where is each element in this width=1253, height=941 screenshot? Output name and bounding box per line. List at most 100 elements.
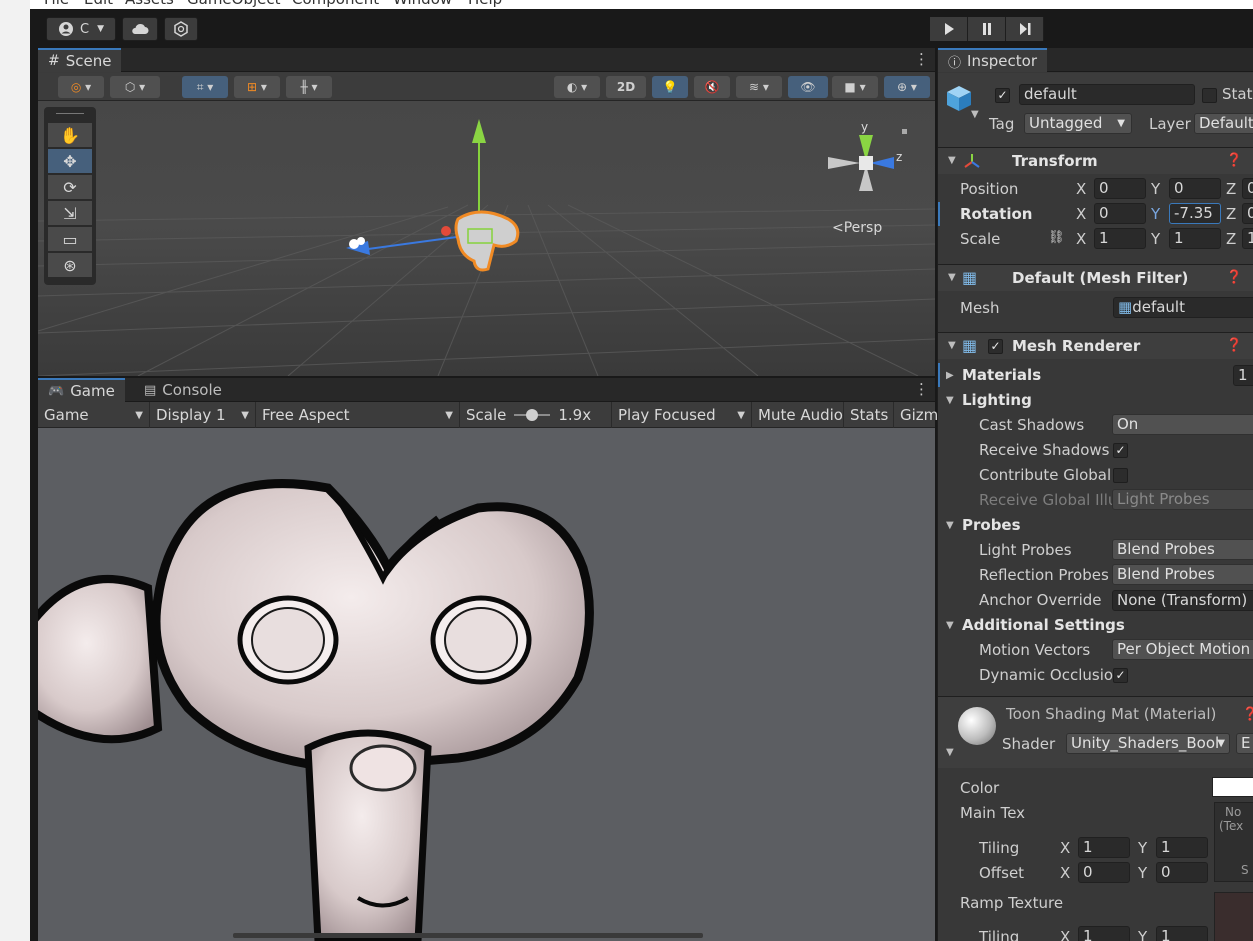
- color-swatch[interactable]: [1212, 777, 1253, 797]
- audio-toggle[interactable]: 🔇: [694, 76, 730, 98]
- account-dropdown[interactable]: C ▼: [46, 17, 116, 41]
- tiling-x-field[interactable]: 1: [1078, 837, 1130, 858]
- scale-slider[interactable]: [514, 409, 551, 421]
- mute-audio-toggle[interactable]: Mute Audio: [752, 402, 844, 428]
- game-view-dropdown[interactable]: Game ▼: [38, 402, 150, 428]
- rotation-x-field[interactable]: 0: [1094, 203, 1146, 224]
- materials-count-field[interactable]: 1: [1233, 365, 1253, 386]
- receive-shadows-checkbox[interactable]: ✓: [1113, 443, 1128, 458]
- main-tex-slot[interactable]: No (Tex S: [1214, 802, 1253, 882]
- game-menu-icon[interactable]: ⋮: [914, 380, 929, 398]
- help-icon[interactable]: ❓: [1226, 338, 1242, 353]
- rotation-z-label[interactable]: Z: [1226, 205, 1236, 223]
- dynamic-occlusion-checkbox[interactable]: ✓: [1113, 668, 1128, 683]
- mesh-field[interactable]: ▦default: [1113, 297, 1253, 318]
- scale-slider-thumb[interactable]: [526, 409, 539, 421]
- help-icon[interactable]: ❓: [1226, 270, 1242, 285]
- chevron-down-icon[interactable]: ▼: [946, 520, 954, 531]
- material-header[interactable]: ▼ Toon Shading Mat (Material) ❓ Shader U…: [938, 696, 1253, 768]
- transform-header[interactable]: ▼ Transform ❓: [938, 147, 1253, 174]
- scale-x-field[interactable]: 1: [1094, 228, 1146, 249]
- tab-scene[interactable]: # Scene: [38, 48, 122, 72]
- cloud-button[interactable]: [122, 17, 158, 41]
- ramp-tiling-y-field[interactable]: 1: [1156, 926, 1208, 941]
- scale-y-field[interactable]: 1: [1169, 228, 1221, 249]
- collab-button[interactable]: [164, 17, 198, 41]
- active-checkbox[interactable]: ✓: [995, 88, 1010, 103]
- menu-assets[interactable]: Assets: [125, 0, 174, 8]
- materials-label[interactable]: Materials: [962, 366, 1041, 384]
- camera-dropdown[interactable]: ■ ▾: [832, 76, 878, 98]
- move-tool-button[interactable]: ✥: [48, 149, 92, 173]
- menu-component[interactable]: Component: [292, 0, 379, 8]
- tiling-y-field[interactable]: 1: [1156, 837, 1208, 858]
- ramp-tiling-x-label[interactable]: X: [1060, 928, 1070, 941]
- tag-dropdown[interactable]: Untagged ▼: [1024, 113, 1132, 134]
- probes-label[interactable]: Probes: [962, 516, 1021, 534]
- palette-drag-handle[interactable]: [56, 113, 84, 121]
- play-mode-dropdown[interactable]: Play Focused ▼: [612, 402, 752, 428]
- position-y-field[interactable]: 0: [1169, 178, 1221, 199]
- pause-button[interactable]: [968, 17, 1006, 41]
- scale-x-label[interactable]: X: [1076, 230, 1086, 248]
- anchor-override-field[interactable]: None (Transform): [1112, 590, 1253, 611]
- reflection-probes-dropdown[interactable]: Blend Probes: [1112, 564, 1253, 585]
- hand-tool-button[interactable]: ✋: [48, 123, 92, 147]
- game-viewport[interactable]: [38, 428, 935, 941]
- position-x-label[interactable]: X: [1076, 180, 1086, 198]
- rotation-x-label[interactable]: X: [1076, 205, 1086, 223]
- grid-snap-dropdown[interactable]: ⌗ ▾: [182, 76, 228, 98]
- link-off-icon[interactable]: ⛓: [1048, 230, 1065, 245]
- help-icon[interactable]: ❓: [1226, 153, 1242, 168]
- lighting-toggle[interactable]: 💡: [652, 76, 688, 98]
- scale-tool-button[interactable]: ⇲: [48, 201, 92, 225]
- select-texture-button[interactable]: S: [1241, 863, 1249, 877]
- rect-tool-button[interactable]: ▭: [48, 227, 92, 251]
- chevron-down-icon[interactable]: ▼: [971, 109, 979, 120]
- tab-console[interactable]: ▤ Console: [134, 378, 232, 402]
- light-probes-dropdown[interactable]: Blend Probes: [1112, 539, 1253, 560]
- mesh-filter-header[interactable]: ▼ ▦ Default (Mesh Filter) ❓: [938, 264, 1253, 291]
- shading-dropdown[interactable]: ⬡ ▾: [110, 76, 160, 98]
- ramp-tiling-x-field[interactable]: 1: [1078, 926, 1130, 941]
- object-name-field[interactable]: default: [1019, 84, 1195, 105]
- stats-toggle[interactable]: Stats: [844, 402, 894, 428]
- position-x-field[interactable]: 0: [1094, 178, 1146, 199]
- scene-viewport[interactable]: ✋ ✥ ⟳ ⇲ ▭ ⊛ y z <Persp: [38, 101, 935, 376]
- offset-y-label[interactable]: Y: [1138, 864, 1147, 882]
- gizmos-dropdown[interactable]: ⊕ ▾: [884, 76, 930, 98]
- ruler-dropdown[interactable]: ╫ ▾: [286, 76, 332, 98]
- chevron-down-icon[interactable]: ▼: [946, 395, 954, 406]
- toggle-2d-button[interactable]: 2D: [606, 76, 646, 98]
- mesh-renderer-header[interactable]: ▼ ▦ ✓ Mesh Renderer ❓: [938, 332, 1253, 359]
- motion-vectors-dropdown[interactable]: Per Object Motion: [1112, 639, 1253, 660]
- menu-help[interactable]: Help: [468, 0, 502, 8]
- rotation-y-field[interactable]: -7.35: [1169, 203, 1221, 224]
- menu-gameobject[interactable]: GameObject: [187, 0, 281, 8]
- additional-settings-label[interactable]: Additional Settings: [962, 616, 1125, 634]
- layer-dropdown[interactable]: Default: [1194, 113, 1253, 134]
- contribute-gi-checkbox[interactable]: [1113, 468, 1128, 483]
- increment-snap-dropdown[interactable]: ⊞ ▾: [234, 76, 280, 98]
- position-z-label[interactable]: Z: [1226, 180, 1236, 198]
- tab-game[interactable]: 🎮 Game: [38, 378, 125, 402]
- tiling-y-label[interactable]: Y: [1138, 839, 1147, 857]
- position-z-field[interactable]: 0: [1242, 178, 1253, 199]
- transform-tool-button[interactable]: ⊛: [48, 253, 92, 277]
- offset-x-label[interactable]: X: [1060, 864, 1070, 882]
- step-button[interactable]: [1006, 17, 1044, 41]
- aspect-dropdown[interactable]: Free Aspect ▼: [256, 402, 460, 428]
- tab-inspector[interactable]: ⓘ Inspector: [938, 48, 1047, 72]
- menu-edit[interactable]: Edit: [84, 0, 113, 8]
- shader-dropdown[interactable]: Unity_Shaders_Bool ▼: [1066, 733, 1230, 754]
- cast-shadows-dropdown[interactable]: On: [1112, 414, 1253, 435]
- chevron-down-icon[interactable]: ▼: [946, 620, 954, 631]
- mesh-renderer-enabled-checkbox[interactable]: ✓: [988, 339, 1003, 354]
- offset-x-field[interactable]: 0: [1078, 862, 1130, 883]
- scene-menu-icon[interactable]: ⋮: [914, 50, 929, 68]
- shader-edit-button[interactable]: E: [1236, 733, 1253, 754]
- tiling-x-label[interactable]: X: [1060, 839, 1070, 857]
- orientation-gizmo[interactable]: y z: [816, 115, 916, 215]
- play-button[interactable]: [930, 17, 968, 41]
- scale-z-field[interactable]: 1: [1242, 228, 1253, 249]
